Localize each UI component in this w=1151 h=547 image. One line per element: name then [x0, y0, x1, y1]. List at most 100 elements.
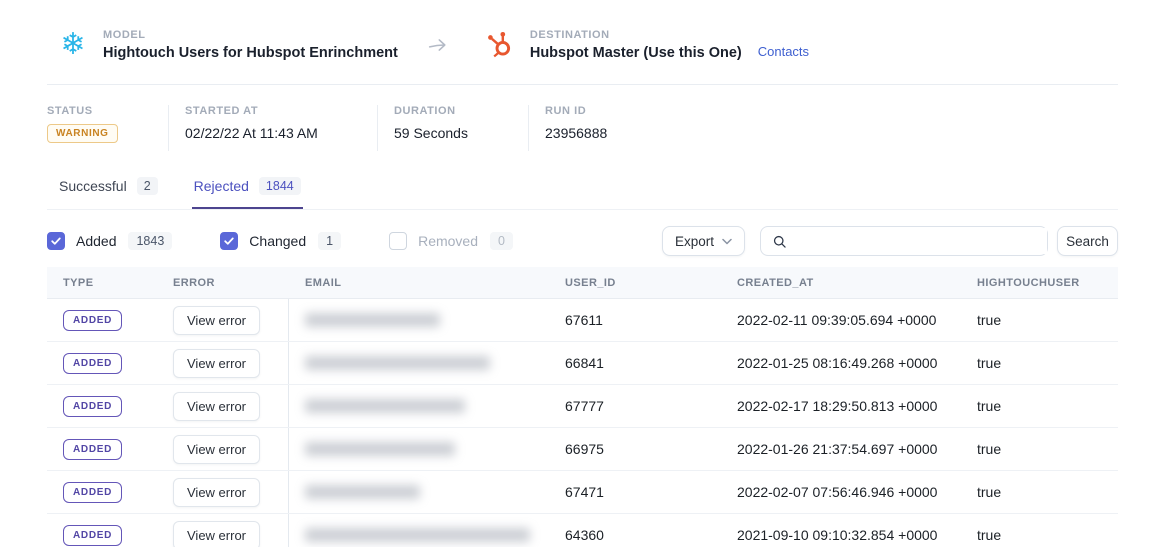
- created-at-cell: 2022-02-07 07:56:46.946 +0000: [721, 471, 961, 513]
- hightouchuser-cell: true: [961, 299, 1118, 341]
- removed-label: Removed: [418, 233, 478, 249]
- filter-added[interactable]: Added 1843: [47, 232, 172, 250]
- column-header-error: ERROR: [157, 277, 289, 289]
- result-tabs: Successful 2 Rejected 1844: [47, 177, 1118, 210]
- created-at-cell: 2022-01-25 08:16:49.268 +0000: [721, 342, 961, 384]
- column-header-type: TYPE: [47, 277, 157, 289]
- arrow-right-icon: [426, 34, 448, 56]
- table-body: ADDED View error 67611 2022-02-11 09:39:…: [47, 299, 1118, 547]
- tab-successful-label: Successful: [59, 178, 127, 194]
- snowflake-icon: ❄: [57, 29, 89, 61]
- table-row: ADDED View error 67611 2022-02-11 09:39:…: [47, 299, 1118, 342]
- run-id-label: RUN ID: [545, 105, 607, 117]
- tab-successful-count: 2: [137, 177, 158, 195]
- rejected-rows-table: TYPE ERROR EMAIL USER_ID CREATED_AT HIGH…: [47, 267, 1118, 547]
- type-badge: ADDED: [63, 482, 122, 503]
- table-row: ADDED View error 66841 2022-01-25 08:16:…: [47, 342, 1118, 385]
- run-id-section: RUN ID 23956888: [528, 105, 633, 151]
- changed-checkbox[interactable]: [220, 232, 238, 250]
- table-row: ADDED View error 64360 2021-09-10 09:10:…: [47, 514, 1118, 547]
- user-id-cell: 67777: [549, 385, 721, 427]
- run-id-value: 23956888: [545, 125, 607, 141]
- check-icon: [50, 235, 62, 247]
- model-label: MODEL: [103, 29, 398, 41]
- started-at-label: STARTED AT: [185, 105, 351, 117]
- view-error-button[interactable]: View error: [173, 521, 260, 547]
- hightouchuser-cell: true: [961, 514, 1118, 547]
- email-redacted-value: [305, 528, 530, 542]
- changed-label: Changed: [249, 233, 306, 249]
- duration-value: 59 Seconds: [394, 125, 502, 141]
- removed-count: 0: [490, 232, 513, 250]
- changed-count: 1: [318, 232, 341, 250]
- type-badge: ADDED: [63, 310, 122, 331]
- user-id-cell: 67471: [549, 471, 721, 513]
- search-box: [760, 226, 1048, 256]
- view-error-button[interactable]: View error: [173, 478, 260, 507]
- table-row: ADDED View error 67471 2022-02-07 07:56:…: [47, 471, 1118, 514]
- search-input[interactable]: [796, 228, 1047, 254]
- email-redacted-value: [305, 399, 465, 413]
- email-redacted-value: [305, 313, 440, 327]
- tab-rejected-label: Rejected: [194, 178, 249, 194]
- created-at-cell: 2022-02-17 18:29:50.813 +0000: [721, 385, 961, 427]
- status-label: STATUS: [47, 105, 142, 117]
- column-header-user-id: USER_ID: [549, 277, 721, 289]
- destination-name: Hubspot Master (Use this One): [530, 45, 742, 61]
- added-label: Added: [76, 233, 116, 249]
- type-badge: ADDED: [63, 396, 122, 417]
- created-at-cell: 2022-02-11 09:39:05.694 +0000: [721, 299, 961, 341]
- hightouchuser-cell: true: [961, 428, 1118, 470]
- added-checkbox[interactable]: [47, 232, 65, 250]
- column-header-created-at: CREATED_AT: [721, 277, 961, 289]
- type-badge: ADDED: [63, 353, 122, 374]
- column-header-email: EMAIL: [289, 277, 549, 289]
- run-meta-row: STATUS WARNING STARTED AT 02/22/22 At 11…: [47, 105, 1118, 151]
- destination-entity: DESTINATION Hubspot Master (Use this One…: [474, 29, 809, 61]
- duration-section: DURATION 59 Seconds: [377, 105, 528, 151]
- removed-checkbox[interactable]: [389, 232, 407, 250]
- view-error-button[interactable]: View error: [173, 349, 260, 378]
- table-header-row: TYPE ERROR EMAIL USER_ID CREATED_AT HIGH…: [47, 267, 1118, 299]
- type-badge: ADDED: [63, 439, 122, 460]
- search-icon: [772, 234, 787, 249]
- tab-rejected[interactable]: Rejected 1844: [192, 177, 303, 209]
- user-id-cell: 66841: [549, 342, 721, 384]
- search-button[interactable]: Search: [1057, 226, 1118, 256]
- filter-toolbar: Added 1843 Changed 1 Removed 0 Export: [47, 226, 1118, 256]
- email-redacted-value: [305, 442, 455, 456]
- filter-removed[interactable]: Removed 0: [389, 232, 513, 250]
- created-at-cell: 2021-09-10 09:10:32.854 +0000: [721, 514, 961, 547]
- started-at-section: STARTED AT 02/22/22 At 11:43 AM: [168, 105, 377, 151]
- model-name: Hightouch Users for Hubspot Enrinchment: [103, 45, 398, 61]
- created-at-cell: 2022-01-26 21:37:54.697 +0000: [721, 428, 961, 470]
- view-error-button[interactable]: View error: [173, 392, 260, 421]
- table-row: ADDED View error 66975 2022-01-26 21:37:…: [47, 428, 1118, 471]
- view-error-button[interactable]: View error: [173, 435, 260, 464]
- export-button-label: Export: [675, 234, 714, 249]
- email-redacted-value: [305, 356, 490, 370]
- search-button-label: Search: [1066, 234, 1109, 249]
- view-error-button[interactable]: View error: [173, 306, 260, 335]
- hubspot-icon: [484, 29, 516, 61]
- column-header-hightouchuser: HIGHTOUCHUSER: [961, 277, 1118, 289]
- tab-successful[interactable]: Successful 2: [57, 177, 160, 209]
- duration-label: DURATION: [394, 105, 502, 117]
- user-id-cell: 64360: [549, 514, 721, 547]
- check-icon: [223, 235, 235, 247]
- hightouchuser-cell: true: [961, 342, 1118, 384]
- type-badge: ADDED: [63, 525, 122, 546]
- contacts-link[interactable]: Contacts: [758, 44, 809, 59]
- run-header: ❄ MODEL Hightouch Users for Hubspot Enri…: [47, 0, 1118, 85]
- model-entity: ❄ MODEL Hightouch Users for Hubspot Enri…: [47, 29, 398, 61]
- export-button[interactable]: Export: [662, 226, 745, 256]
- chevron-down-icon: [722, 238, 732, 245]
- status-section: STATUS WARNING: [47, 105, 168, 151]
- status-badge: WARNING: [47, 124, 118, 143]
- sync-run-page: ❄ MODEL Hightouch Users for Hubspot Enri…: [0, 0, 1151, 547]
- started-at-value: 02/22/22 At 11:43 AM: [185, 125, 351, 141]
- hightouchuser-cell: true: [961, 385, 1118, 427]
- tab-rejected-count: 1844: [259, 177, 301, 195]
- table-row: ADDED View error 67777 2022-02-17 18:29:…: [47, 385, 1118, 428]
- filter-changed[interactable]: Changed 1: [220, 232, 341, 250]
